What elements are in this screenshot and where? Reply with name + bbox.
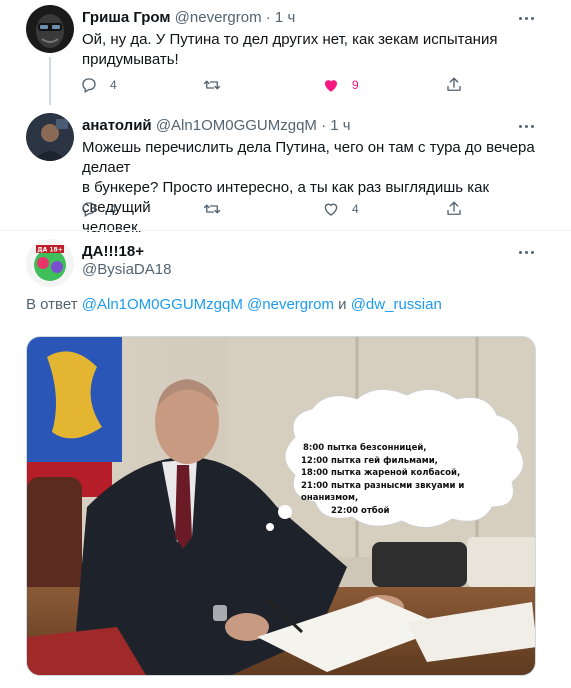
reply-mention[interactable]: @Aln1OM0GGUMzgqM [82, 296, 243, 313]
more-icon[interactable] [516, 242, 536, 262]
retweet-icon [203, 80, 221, 90]
retweet-button[interactable] [203, 75, 233, 95]
reply-mention[interactable]: @dw_russian [351, 296, 442, 313]
reply-button[interactable]: 4 [80, 75, 117, 95]
display-name[interactable]: Гриша Гром [82, 9, 170, 26]
reply-mention[interactable]: @nevergrom [247, 296, 334, 313]
caption-line: 12:00 пытка гей фильмами, [301, 455, 438, 466]
user-handle[interactable]: @BysiaDA18 [82, 261, 171, 278]
like-button[interactable]: 4 [322, 199, 359, 219]
display-name[interactable]: анатолий [82, 117, 152, 134]
tweet-image[interactable]: 8:00 пытка безсонницей, 12:00 пытка гей … [26, 336, 536, 676]
share-button[interactable] [445, 75, 463, 95]
tweet-text-line: придумывать! [82, 51, 179, 68]
retweet-button[interactable] [203, 199, 233, 219]
tweet-text-line: Ой, ну да. У Путина то дел других нет, к… [82, 31, 498, 48]
reply-prefix: В ответ [26, 296, 78, 313]
reply-context: В ответ @Aln1OM0GGUMzgqM @nevergrom и @d… [26, 296, 442, 313]
reply-count: 4 [110, 78, 117, 92]
tweet-time[interactable]: · 1 ч [266, 9, 296, 26]
avatar[interactable]: ДА 18+ [26, 239, 74, 287]
more-icon[interactable] [516, 8, 536, 28]
user-handle[interactable]: @nevergrom [175, 9, 262, 26]
user-handle[interactable]: @Aln1OM0GGUMzgqM [156, 117, 317, 134]
tweet-2[interactable]: анатолий @Aln1OM0GGUMzgqM · 1 ч Можешь п… [0, 105, 571, 236]
reply-icon [82, 202, 96, 217]
retweet-icon [203, 204, 221, 214]
tweet-text-line: в бункере? Просто интересно, а ты как ра… [82, 179, 490, 216]
tweet-header: ДА!!!18+ @BysiaDA18 [82, 243, 171, 278]
like-button[interactable]: 9 [322, 75, 359, 95]
caption-line: 21:00 пытка разнысми звкуами и онанизмом… [301, 480, 465, 504]
reply-icon [82, 78, 96, 93]
image-caption: 8:00 пытка безсонницей, 12:00 пытка гей … [301, 442, 521, 517]
like-count: 9 [352, 78, 359, 92]
tweet-time[interactable]: · 1 ч [321, 117, 351, 134]
avatar[interactable] [26, 113, 74, 161]
like-count: 4 [352, 202, 359, 216]
caption-line: 8:00 пытка безсонницей, [303, 443, 427, 453]
share-icon [447, 77, 461, 91]
caption-line: 22:00 отбой [331, 505, 390, 516]
tweet-1[interactable]: Гриша Гром @nevergrom · 1 ч Ой, ну да. У… [0, 0, 571, 105]
tweet-text: Ой, ну да. У Путина то дел других нет, к… [82, 30, 552, 70]
more-icon[interactable] [516, 116, 536, 136]
tweet-header: Гриша Гром @nevergrom · 1 ч [82, 9, 295, 26]
display-name[interactable]: ДА!!!18+ [82, 243, 171, 260]
heart-icon [325, 80, 337, 92]
tweet-text: Можешь перечислить дела Путина, чего он … [82, 138, 552, 238]
share-icon [447, 201, 461, 215]
reply-and: и [338, 296, 347, 313]
thread-line [49, 57, 51, 105]
reply-button[interactable]: 4 [80, 199, 117, 219]
share-button[interactable] [445, 199, 463, 219]
caption-line: 18:00 пытка жареной колбасой, [301, 468, 461, 478]
tweet-text-line: Можешь перечислить дела Путина, чего он … [82, 139, 535, 176]
svg-text:ДА 18+: ДА 18+ [37, 247, 62, 254]
reply-count: 4 [110, 202, 117, 216]
avatar[interactable] [26, 5, 74, 53]
heart-icon [324, 203, 338, 216]
tweet-header: анатолий @Aln1OM0GGUMzgqM · 1 ч [82, 117, 351, 134]
